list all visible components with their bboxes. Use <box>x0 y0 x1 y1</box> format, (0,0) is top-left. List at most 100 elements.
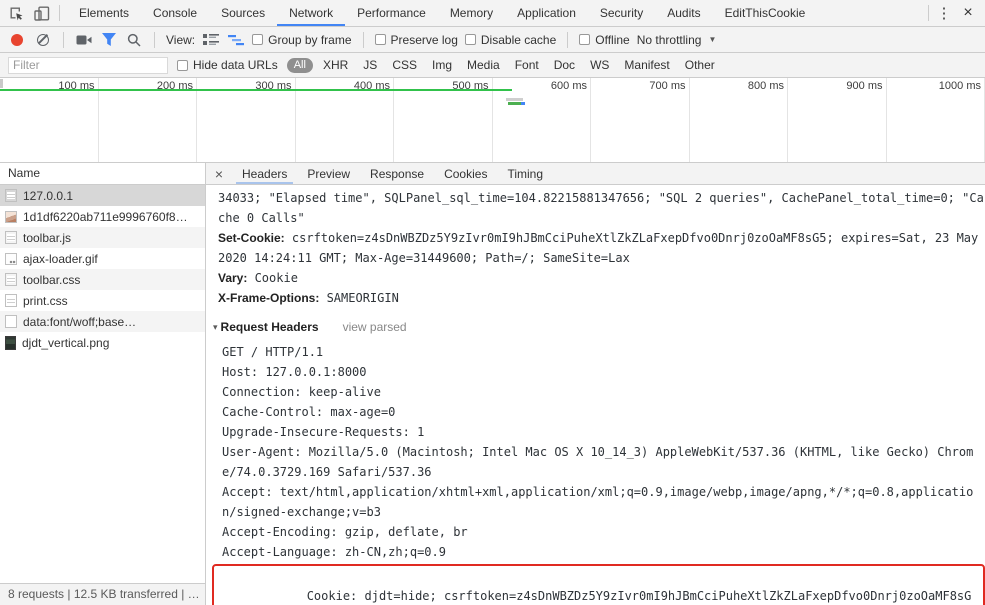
tab-console[interactable]: Console <box>141 0 209 26</box>
filter-type-doc[interactable]: Doc <box>553 58 576 72</box>
name-column-header[interactable]: Name <box>0 163 205 185</box>
request-name: toolbar.js <box>23 230 72 245</box>
request-header-line: Host: 127.0.0.1:8000 <box>222 365 367 379</box>
ruler-segment: 900 ms <box>788 78 887 162</box>
filter-type-all[interactable]: All <box>286 57 313 73</box>
headers-content[interactable]: 34033; "Elapsed time", SQLPanel_sql_time… <box>206 185 985 605</box>
request-row[interactable]: data:font/woff;base… <box>0 311 205 332</box>
document-icon <box>5 189 17 202</box>
clear-icon[interactable] <box>37 33 49 46</box>
file-type-icon <box>5 210 17 223</box>
request-headers-section-title[interactable]: ▾ Request Headers view parsed <box>213 317 985 337</box>
divider <box>362 31 364 48</box>
request-row[interactable]: 127.0.0.1 <box>0 185 205 206</box>
request-name: data:font/woff;base… <box>23 314 137 329</box>
overview-grip[interactable] <box>0 79 3 88</box>
tab-application[interactable]: Application <box>505 0 588 26</box>
filter-type-img[interactable]: Img <box>431 58 453 72</box>
tab-sources[interactable]: Sources <box>209 0 277 26</box>
group-by-frame-checkbox[interactable] <box>252 34 264 45</box>
filter-type-js[interactable]: JS <box>362 58 378 72</box>
request-headers-source: GET / HTTP/1.1 Host: 127.0.0.1:8000 Connec… <box>212 342 985 605</box>
details-tab-response[interactable]: Response <box>360 163 434 184</box>
hide-data-urls-label: Hide data URLs <box>193 58 278 72</box>
filter-icon[interactable] <box>100 31 118 49</box>
disclosure-triangle-icon: ▾ <box>213 322 218 332</box>
request-name: djdt_vertical.png <box>22 335 110 350</box>
tab-security[interactable]: Security <box>588 0 655 26</box>
tab-memory[interactable]: Memory <box>438 0 505 26</box>
filter-type-xhr[interactable]: XHR <box>322 58 349 72</box>
disable-cache-checkbox[interactable] <box>464 34 476 45</box>
request-row[interactable]: 1d1df6220ab711e9996760f8… <box>0 206 205 227</box>
kebab-menu-icon[interactable]: ⋮ <box>933 4 955 22</box>
header-value: Cookie <box>247 271 298 285</box>
requests-panel: Name 127.0.0.1 1d1df6220ab711e9996760f8… t… <box>0 163 206 605</box>
response-header-line: Vary: Cookie <box>218 268 985 288</box>
tab-network[interactable]: Network <box>277 0 346 26</box>
requests-summary: 8 requests | 12.5 KB transferred | … <box>8 587 200 601</box>
overview-load-line <box>0 89 512 91</box>
dropdown-caret-icon: ▼ <box>708 35 717 44</box>
request-row[interactable]: djdt_vertical.png <box>0 332 205 353</box>
request-row[interactable]: print.css <box>0 290 205 311</box>
network-main: Name 127.0.0.1 1d1df6220ab711e9996760f8… t… <box>0 163 985 605</box>
record-icon[interactable] <box>11 33 23 46</box>
request-header-line: Accept: text/html,application/xhtml+xml,… <box>222 485 974 519</box>
tab-performance[interactable]: Performance <box>345 0 438 26</box>
request-row[interactable]: toolbar.css <box>0 269 205 290</box>
tab-editthiscookie[interactable]: EditThisCookie <box>713 0 818 26</box>
request-name: print.css <box>23 293 68 308</box>
filter-type-manifest[interactable]: Manifest <box>623 58 670 72</box>
details-tab-preview[interactable]: Preview <box>297 163 360 184</box>
close-devtools-icon[interactable]: × <box>955 4 981 22</box>
screenshot-camera-icon[interactable] <box>75 31 93 49</box>
filter-type-css[interactable]: CSS <box>391 58 418 72</box>
ruler-tick-label: 700 ms <box>649 80 686 92</box>
details-tab-timing[interactable]: Timing <box>497 163 553 184</box>
filter-type-other[interactable]: Other <box>684 58 716 72</box>
details-tab-strip: Headers Preview Response Cookies Timing <box>232 163 553 184</box>
request-name: 1d1df6220ab711e9996760f8… <box>23 209 188 224</box>
request-name: toolbar.css <box>23 272 81 287</box>
network-toolbar: View: Group by frame Preserve log Disabl… <box>0 27 985 53</box>
request-header-line: Accept-Language: zh-CN,zh;q=0.9 <box>222 545 446 559</box>
waterfall-icon[interactable] <box>227 31 245 49</box>
filter-type-media[interactable]: Media <box>466 58 501 72</box>
preserve-log-checkbox[interactable] <box>374 34 386 45</box>
close-details-icon[interactable]: × <box>206 163 232 184</box>
filter-type-font[interactable]: Font <box>514 58 540 72</box>
inspect-element-icon[interactable] <box>3 0 29 26</box>
divider <box>154 31 155 48</box>
filter-input[interactable] <box>8 56 168 74</box>
details-tab-cookies[interactable]: Cookies <box>434 163 497 184</box>
network-status-bar: 8 requests | 12.5 KB transferred | … <box>0 583 205 605</box>
request-row[interactable]: toolbar.js <box>0 227 205 248</box>
header-value: SAMEORIGIN <box>319 291 399 305</box>
file-type-icon <box>5 335 16 350</box>
details-tab-headers[interactable]: Headers <box>232 163 297 184</box>
tab-elements[interactable]: Elements <box>67 0 141 26</box>
document-icon <box>5 231 17 244</box>
hide-data-urls-checkbox[interactable] <box>177 59 188 71</box>
request-name: ajax-loader.gif <box>23 251 98 266</box>
search-icon[interactable] <box>125 31 143 49</box>
devtools-window: Elements Console Sources Network Performance… <box>0 0 985 605</box>
ruler-tick-label: 1000 ms <box>938 80 981 92</box>
request-row[interactable]: ajax-loader.gif <box>0 248 205 269</box>
header-name: Set-Cookie: <box>218 231 285 245</box>
response-header-line: Set-Cookie: csrftoken=z4sDnWBZDz5Y9zIvr0… <box>218 228 985 268</box>
overview-request-bar <box>508 102 521 105</box>
tab-audits[interactable]: Audits <box>655 0 712 26</box>
offline-checkbox[interactable] <box>579 34 591 45</box>
view-parsed-link[interactable]: view parsed <box>343 320 407 334</box>
disable-cache-label: Disable cache <box>480 32 557 47</box>
device-toolbar-icon[interactable] <box>29 0 55 26</box>
filter-type-ws[interactable]: WS <box>589 58 610 72</box>
view-label: View: <box>166 32 196 47</box>
network-overview[interactable]: 100 ms 200 ms 300 ms 400 ms 500 ms 600 ms 700 … <box>0 78 985 163</box>
ruler-tick-label: 800 ms <box>747 80 784 92</box>
throttling-dropdown[interactable]: No throttling ▼ <box>637 33 717 47</box>
list-view-icon[interactable] <box>202 31 220 49</box>
divider <box>59 5 60 21</box>
